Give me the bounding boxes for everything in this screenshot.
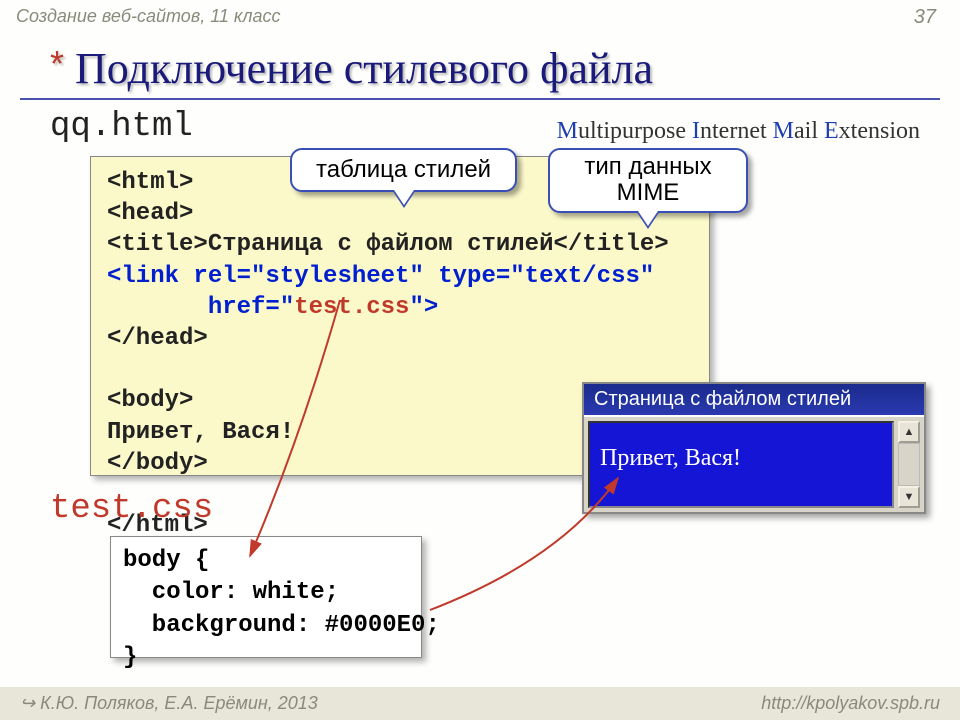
scroll-track[interactable] (898, 443, 920, 486)
callout-tail-icon (636, 211, 660, 229)
footer-url: http://kpolyakov.spb.ru (761, 693, 940, 714)
mime-expansion: Multipurpose Internet Mail Extension (557, 118, 920, 145)
footer-authors: ↪ К.Ю. Поляков, Е.А. Ерёмин, 2013 (20, 693, 318, 714)
scrollbar[interactable]: ▲ ▼ (898, 421, 920, 508)
bullet-star-icon: * (50, 43, 64, 84)
page-number: 37 (914, 6, 936, 29)
footer: ↪ К.Ю. Поляков, Е.А. Ерёмин, 2013 http:/… (0, 687, 960, 720)
filename-css: test.css (50, 490, 213, 528)
slide: Создание веб-сайтов, 11 класс 37 * Подкл… (0, 0, 960, 720)
preview-titlebar: Страница с файлом стилей (584, 384, 924, 415)
title-text: Подключение стилевого файла (75, 44, 653, 93)
callout-mime: тип данных MIME (548, 148, 748, 213)
scroll-down-icon[interactable]: ▼ (898, 486, 920, 508)
header-text: Создание веб-сайтов, 11 класс (0, 0, 960, 27)
callout-tail-icon (392, 190, 416, 208)
slide-title: * Подключение стилевого файла (20, 27, 940, 100)
scroll-up-icon[interactable]: ▲ (898, 421, 920, 443)
css-code-block: body { color: white; background: #0000E0… (110, 536, 422, 658)
preview-body: Привет, Вася! (588, 421, 894, 508)
browser-preview: Страница с файлом стилей Привет, Вася! ▲… (582, 382, 926, 514)
callout-stylesheet: таблица стилей (290, 148, 517, 192)
